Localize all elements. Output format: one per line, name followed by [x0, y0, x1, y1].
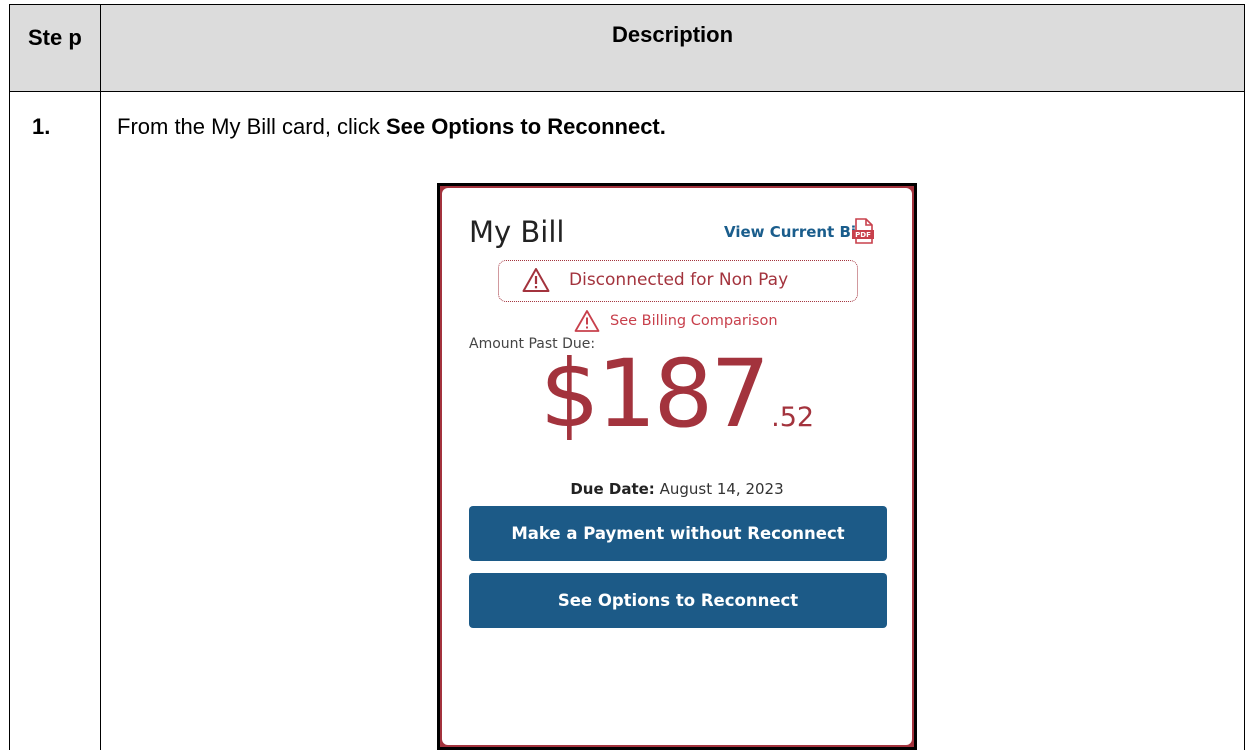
step-number: 1.	[32, 114, 51, 139]
amount-dollars: $187	[539, 340, 770, 449]
description-column-header: Description	[100, 4, 1245, 92]
warning-triangle-icon	[574, 310, 600, 332]
view-current-bill-link[interactable]: View Current Bill	[724, 223, 866, 241]
card-title: My Bill	[469, 215, 565, 249]
see-options-to-reconnect-button[interactable]: See Options to Reconnect	[469, 573, 887, 628]
due-date: Due Date: August 14, 2023	[442, 480, 912, 498]
instruction-emphasis: See Options to Reconnect.	[385, 114, 666, 139]
step-column-header: Ste p	[9, 4, 100, 92]
due-date-value: August 14, 2023	[659, 480, 784, 498]
bill-card-border: My Bill View Current Bill PDF Disconnect…	[440, 186, 914, 747]
bill-card-screenshot: My Bill View Current Bill PDF Disconnect…	[437, 183, 917, 750]
pdf-icon-label: PDF	[855, 231, 871, 239]
my-bill-card: My Bill View Current Bill PDF Disconnect…	[442, 188, 912, 745]
procedure-document: Ste p Description 1. From the My Bill ca…	[0, 0, 1250, 750]
instruction-text: From the My Bill card, click	[117, 114, 386, 139]
amount-cents: .52	[771, 402, 815, 433]
step-header-label: Ste p	[28, 25, 82, 50]
steps-table: Ste p Description 1. From the My Bill ca…	[0, 0, 1250, 750]
pdf-icon[interactable]: PDF	[851, 218, 875, 244]
make-payment-button[interactable]: Make a Payment without Reconnect	[469, 506, 887, 561]
disconnection-status-alert: Disconnected for Non Pay	[498, 260, 858, 302]
due-date-label: Due Date:	[570, 480, 655, 498]
warning-triangle-icon	[522, 268, 550, 292]
description-header-label: Description	[611, 22, 734, 47]
billing-comparison-label: See Billing Comparison	[610, 313, 778, 329]
disconnection-status-text: Disconnected for Non Pay	[569, 270, 789, 290]
step-instruction: From the My Bill card, click See Options…	[117, 114, 666, 140]
step-number-cell: 1.	[9, 91, 100, 750]
amount-past-due-value: $187.52	[442, 340, 912, 449]
